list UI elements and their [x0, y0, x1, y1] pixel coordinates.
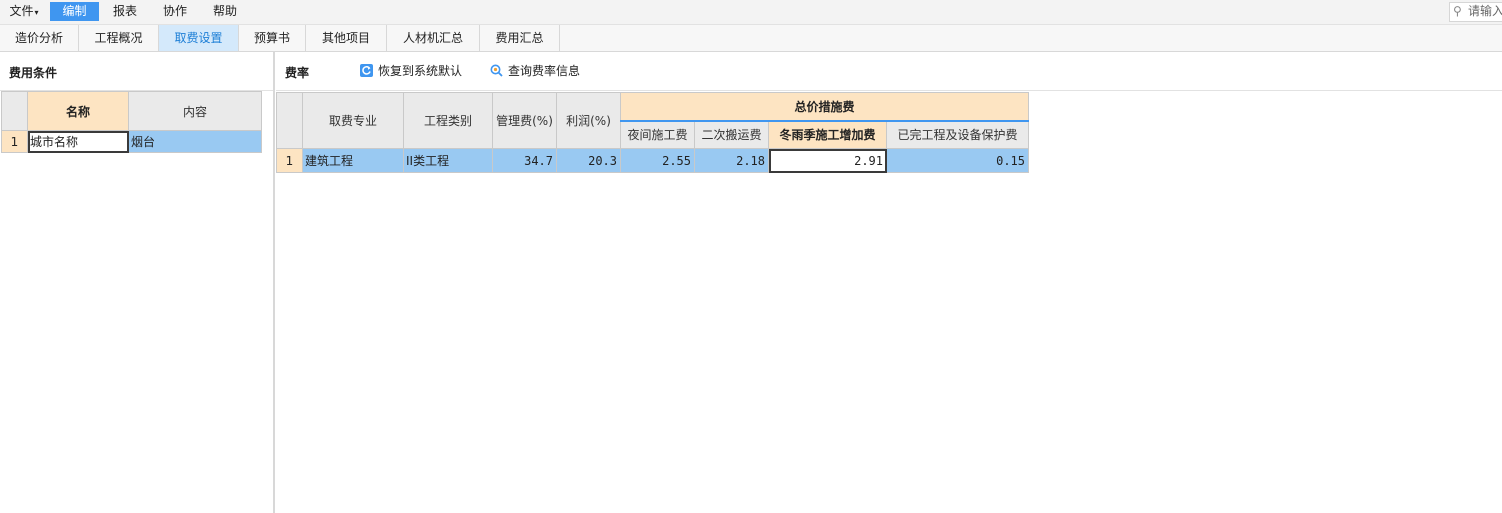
- column-header-protection[interactable]: 已完工程及设备保护费: [885, 120, 1030, 149]
- column-header-night[interactable]: 夜间施工费: [620, 120, 695, 149]
- menu-file[interactable]: 文件▾: [4, 2, 44, 21]
- column-header-winter[interactable]: 冬雨季施工增加费: [768, 120, 887, 149]
- menu-bar: 文件▾ 编制 报表 协作 帮助 ⚲: [0, 0, 1502, 25]
- fee-conditions-panel: 费用条件 名称 内容 1 城市名称 烟台: [0, 52, 275, 513]
- row-number[interactable]: 1: [1, 130, 28, 153]
- column-header-specialty[interactable]: 取费专业: [302, 92, 404, 149]
- table-row[interactable]: 1 建筑工程 II类工程 34.7 20.3 2.55 2.18 2.91 0.…: [276, 148, 1030, 173]
- query-rate-button[interactable]: 查询费率信息: [490, 63, 580, 79]
- tab-cost-analysis[interactable]: 造价分析: [0, 25, 79, 51]
- cell-secondary[interactable]: 2.18: [694, 148, 769, 173]
- cell-winter[interactable]: 2.91: [768, 148, 887, 173]
- tab-fee-settings[interactable]: 取费设置: [159, 25, 239, 51]
- cell-protection[interactable]: 0.15: [885, 148, 1030, 173]
- cell-night[interactable]: 2.55: [620, 148, 695, 173]
- column-group-header-measures[interactable]: 总价措施费: [619, 92, 1030, 122]
- magnifier-icon: [490, 64, 503, 77]
- cell-profit[interactable]: 20.3: [556, 148, 621, 173]
- column-header-management[interactable]: 管理费(%): [492, 92, 557, 149]
- menu-edit[interactable]: 编制: [50, 2, 99, 21]
- column-header-secondary[interactable]: 二次搬运费: [694, 120, 769, 149]
- restore-default-button[interactable]: 恢复到系统默认: [360, 63, 462, 79]
- restore-icon: [360, 64, 373, 77]
- column-header-profit[interactable]: 利润(%): [556, 92, 621, 149]
- search-box[interactable]: ⚲: [1449, 2, 1502, 22]
- cell-specialty[interactable]: 建筑工程: [302, 148, 404, 173]
- corner-cell[interactable]: [1, 91, 28, 131]
- table-row[interactable]: 1 城市名称 烟台: [1, 130, 262, 153]
- search-icon: ⚲: [1453, 4, 1462, 18]
- fee-conditions-title: 费用条件: [9, 66, 58, 80]
- fee-rate-title: 费率: [285, 66, 310, 80]
- tab-material-summary[interactable]: 人材机汇总: [387, 25, 480, 51]
- column-header-category[interactable]: 工程类别: [403, 92, 493, 149]
- corner-cell[interactable]: [276, 92, 303, 149]
- fee-rate-table: 取费专业 工程类别 管理费(%) 利润(%) 总价措施费 夜间施工费 二次搬运费…: [276, 92, 1030, 173]
- menu-collab[interactable]: 协作: [155, 2, 195, 21]
- fee-conditions-table: 名称 内容 1 城市名称 烟台: [1, 91, 262, 153]
- tab-fee-summary[interactable]: 费用汇总: [480, 25, 560, 51]
- query-rate-label: 查询费率信息: [508, 64, 581, 78]
- search-input[interactable]: [1468, 3, 1502, 19]
- column-header-name[interactable]: 名称: [27, 91, 129, 131]
- menu-report[interactable]: 报表: [105, 2, 145, 21]
- restore-default-label: 恢复到系统默认: [378, 64, 463, 78]
- tab-budget-book[interactable]: 预算书: [239, 25, 306, 51]
- menu-file-label: 文件: [9, 4, 34, 18]
- menu-help[interactable]: 帮助: [205, 2, 245, 21]
- column-header-content[interactable]: 内容: [128, 91, 262, 131]
- caret-down-icon: ▾: [34, 8, 39, 17]
- tab-other-items[interactable]: 其他项目: [306, 25, 387, 51]
- module-tab-bar: 造价分析 工程概况 取费设置 预算书 其他项目 人材机汇总 费用汇总: [0, 25, 1502, 52]
- tab-project-overview[interactable]: 工程概况: [79, 25, 159, 51]
- cell-category[interactable]: II类工程: [403, 148, 493, 173]
- divider: [276, 90, 1502, 91]
- row-number[interactable]: 1: [276, 148, 303, 173]
- cell-management[interactable]: 34.7: [492, 148, 557, 173]
- cell-city-name-label[interactable]: 城市名称: [27, 130, 129, 153]
- cell-city-name-value[interactable]: 烟台: [128, 130, 262, 153]
